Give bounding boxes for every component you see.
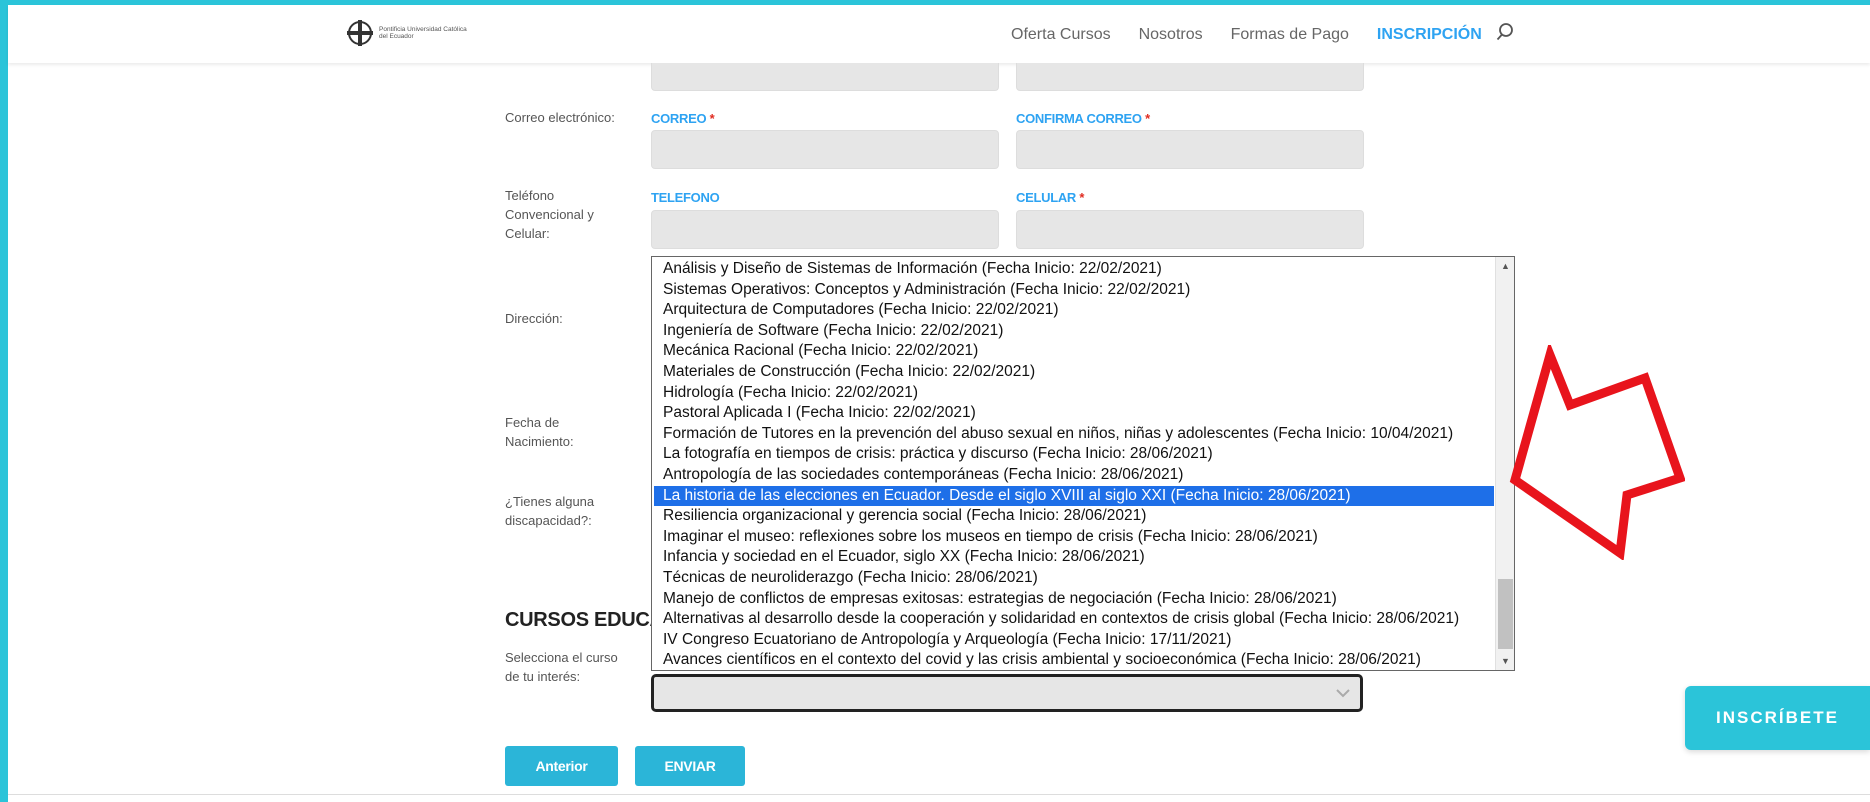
annotation-arrow-icon: [1509, 345, 1685, 560]
course-select[interactable]: [651, 674, 1363, 712]
dropdown-options: Análisis y Diseño de Sistemas de Informa…: [654, 259, 1494, 670]
enviar-button[interactable]: ENVIAR: [635, 746, 745, 786]
correo-label-text: CORREO: [651, 111, 707, 126]
telefono-label: TELEFONO: [651, 190, 720, 205]
required-mark: *: [709, 111, 715, 126]
confirma-correo-label-text: CONFIRMA CORREO: [1016, 111, 1142, 126]
dropdown-option[interactable]: Resiliencia organizacional y gerencia so…: [654, 506, 1494, 527]
dropdown-option[interactable]: Antropología de las sociedades contempor…: [654, 465, 1494, 486]
dropdown-option[interactable]: Técnicas de neuroliderazgo (Fecha Inicio…: [654, 568, 1494, 589]
confirm-email-input[interactable]: [1016, 130, 1364, 169]
dropdown-option[interactable]: Alternativas al desarrollo desde la coop…: [654, 609, 1494, 630]
dropdown-option[interactable]: Sistemas Operativos: Conceptos y Adminis…: [654, 280, 1494, 301]
logo-text: Pontificia Universidad Católica del Ecua…: [379, 26, 467, 40]
telefono-input[interactable]: [651, 210, 999, 249]
required-mark: *: [1145, 111, 1150, 126]
dropdown-option[interactable]: Arquitectura de Computadores (Fecha Inic…: [654, 300, 1494, 321]
course-select-label: Selecciona el curso de tu interés:: [505, 650, 618, 684]
dropdown-option[interactable]: Ingeniería de Software (Fecha Inicio: 22…: [654, 321, 1494, 342]
direccion-label: Dirección:: [505, 311, 563, 326]
chevron-down-icon: [1336, 685, 1350, 703]
dropdown-option[interactable]: Materiales de Construcción (Fecha Inicio…: [654, 362, 1494, 383]
scroll-up-arrow-icon[interactable]: ▲: [1496, 257, 1514, 275]
correo-label: CORREO *: [651, 111, 715, 126]
cross-logo-icon: [347, 20, 373, 46]
nav-formas-de-pago[interactable]: Formas de Pago: [1231, 26, 1349, 44]
phone-row-label: Teléfono Convencional y Celular:: [505, 188, 594, 241]
celular-label-text: CELULAR: [1016, 190, 1077, 205]
dropdown-option[interactable]: Mecánica Racional (Fecha Inicio: 22/02/2…: [654, 341, 1494, 362]
course-dropdown-list[interactable]: Análisis y Diseño de Sistemas de Informa…: [651, 256, 1515, 671]
search-icon[interactable]: [1496, 23, 1514, 46]
dropdown-option[interactable]: Avances científicos en el contexto del c…: [654, 650, 1494, 670]
footer-divider: [8, 794, 1870, 795]
dropdown-option[interactable]: Infancia y sociedad en el Ecuador, siglo…: [654, 547, 1494, 568]
site-logo[interactable]: Pontificia Universidad Católica del Ecua…: [346, 19, 469, 47]
dropdown-option[interactable]: La fotografía en tiempos de crisis: prác…: [654, 444, 1494, 465]
left-accent-bar: [0, 0, 8, 802]
email-row-label: Correo electrónico:: [505, 110, 615, 125]
nav-oferta-cursos[interactable]: Oferta Cursos: [1011, 26, 1111, 44]
confirma-correo-label: CONFIRMA CORREO *: [1016, 111, 1150, 126]
dropdown-option[interactable]: Análisis y Diseño de Sistemas de Informa…: [654, 259, 1494, 280]
email-input[interactable]: [651, 130, 999, 169]
celular-input[interactable]: [1016, 210, 1364, 249]
previous-field-input-2[interactable]: [1016, 63, 1364, 91]
celular-label: CELULAR *: [1016, 190, 1084, 205]
dropdown-option[interactable]: Manejo de conflictos de empresas exitosa…: [654, 589, 1494, 610]
required-mark: *: [1079, 190, 1085, 205]
dropdown-option[interactable]: Imaginar el museo: reflexiones sobre los…: [654, 527, 1494, 548]
nav-nosotros[interactable]: Nosotros: [1139, 26, 1203, 44]
main-nav: Oferta Cursos Nosotros Formas de Pago IN…: [1011, 23, 1514, 46]
scroll-thumb[interactable]: [1498, 579, 1513, 649]
dropdown-option[interactable]: IV Congreso Ecuatoriano de Antropología …: [654, 630, 1494, 651]
previous-field-input-1[interactable]: [651, 63, 999, 91]
site-header: Pontificia Universidad Católica del Ecua…: [8, 5, 1870, 63]
fecha-nacimiento-label: Fecha de Nacimiento:: [505, 415, 574, 449]
dropdown-option[interactable]: La historia de las elecciones en Ecuador…: [654, 485, 1494, 507]
anterior-button[interactable]: Anterior: [505, 746, 618, 786]
discapacidad-label: ¿Tienes alguna discapacidad?:: [505, 494, 595, 528]
dropdown-option[interactable]: Hidrología (Fecha Inicio: 22/02/2021): [654, 383, 1494, 404]
scroll-down-arrow-icon[interactable]: ▼: [1496, 652, 1514, 670]
dropdown-option[interactable]: Formación de Tutores en la prevención de…: [654, 424, 1494, 445]
inscribete-button[interactable]: INSCRÍBETE: [1685, 686, 1870, 750]
nav-inscripcion[interactable]: INSCRIPCIÓN: [1377, 26, 1482, 44]
dropdown-option[interactable]: Pastoral Aplicada I (Fecha Inicio: 22/02…: [654, 403, 1494, 424]
